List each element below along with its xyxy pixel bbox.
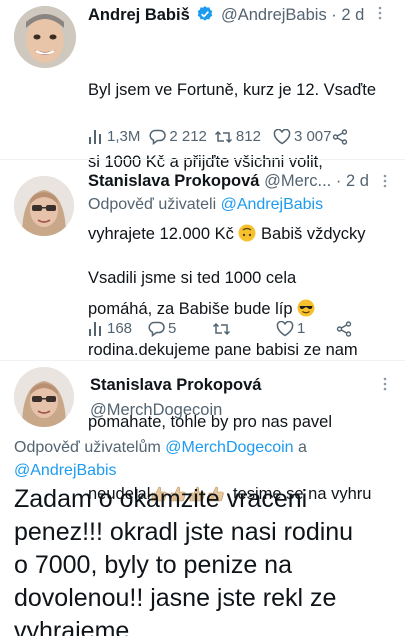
tweet-time[interactable]: · 2 d xyxy=(336,172,369,190)
mention-link[interactable]: @AndrejBabis xyxy=(221,196,324,213)
views-button[interactable]: 1,3M xyxy=(88,128,140,145)
retweet-count: 812 xyxy=(235,128,261,145)
tweet-time[interactable]: · 2 d xyxy=(331,6,364,24)
like-button[interactable]: 3 007 xyxy=(273,128,332,145)
author-handle[interactable]: @AndrejBabis xyxy=(221,6,327,24)
avatar-stanislava[interactable] xyxy=(14,367,74,427)
tweet-stanislava-focused[interactable]: Stanislava Prokopová @MerchDogecoin Odpo… xyxy=(0,361,405,636)
views-icon xyxy=(88,321,104,337)
tweet-stanislava-reply[interactable]: Stanislava Prokopová @Merc... · 2 d Odpo… xyxy=(0,160,405,503)
more-icon[interactable] xyxy=(378,377,392,391)
tweet3-handle[interactable]: @MerchDogecoin xyxy=(90,399,222,421)
tweet2-actions: 168 5 1 xyxy=(88,320,368,337)
reply-context: Odpověď uživateli @AndrejBabis xyxy=(88,194,323,216)
verified-badge-icon xyxy=(196,5,214,29)
reply-button[interactable]: 2 212 xyxy=(149,128,207,145)
avatar-stanislava[interactable] xyxy=(14,176,74,236)
retweet-button[interactable] xyxy=(212,321,276,337)
more-icon[interactable] xyxy=(373,6,387,20)
avatar-andrej-babis-image xyxy=(14,6,76,68)
tweet3-text-line: o 7000, byly to penize na xyxy=(14,551,292,579)
author-name[interactable]: Andrej Babiš xyxy=(88,6,190,24)
mention-link[interactable]: @AndrejBabis xyxy=(14,462,117,479)
reply-prefix: Odpověď uživateli xyxy=(88,196,221,213)
share-icon xyxy=(336,320,352,337)
reply-button[interactable]: 5 xyxy=(148,320,212,337)
tweet-andrej-babis[interactable]: Andrej Babiš @AndrejBabis · 2 d Byl jsem… xyxy=(0,0,405,318)
like-count: 3 007 xyxy=(293,128,332,145)
more-icon[interactable] xyxy=(378,174,392,188)
tweet2-text-line: Vsadili jsme si ted 1000 cela xyxy=(88,269,297,287)
tweet3-name[interactable]: Stanislava Prokopová xyxy=(90,374,262,396)
tweet1-text-line: Byl jsem ve Fortuně, kurz je 12. Vsaďte xyxy=(88,81,377,99)
reply-count: 2 212 xyxy=(169,128,207,145)
tweet3-text-line: dovolenou!! jasne jste rekl ze xyxy=(14,584,337,612)
avatar-stanislava-image xyxy=(14,367,74,427)
reply-icon xyxy=(149,129,167,145)
views-count: 168 xyxy=(107,320,133,337)
views-icon xyxy=(88,129,104,145)
reply-prefix: Odpověď uživatelům xyxy=(14,439,166,456)
like-button[interactable]: 1 xyxy=(276,320,336,337)
tweet1-actions: 1,3M 2 212 812 3 007 xyxy=(88,128,388,145)
author-handle[interactable]: @Merc... xyxy=(264,172,331,190)
tweet3-text-line: Zadam o okamzite vraceni xyxy=(14,485,308,513)
retweet-icon xyxy=(214,129,233,145)
tweet1-header: Andrej Babiš @AndrejBabis · 2 d xyxy=(88,4,364,29)
author-handle[interactable]: @MerchDogecoin xyxy=(90,401,222,419)
retweet-button[interactable]: 812 xyxy=(214,128,261,145)
views-count: 1,3M xyxy=(107,128,141,145)
like-icon xyxy=(276,320,294,337)
mention-link[interactable]: @MerchDogecoin xyxy=(165,439,293,456)
retweet-icon xyxy=(212,321,231,337)
like-count: 1 xyxy=(297,320,306,337)
tweet2-header: Stanislava Prokopová @Merc... · 2 d xyxy=(88,170,369,192)
avatar-andrej-babis[interactable] xyxy=(14,6,76,68)
reply-and: a xyxy=(293,439,307,456)
reply-context: Odpověď uživatelům @MerchDogecoin a @Andr… xyxy=(14,436,394,482)
author-name[interactable]: Stanislava Prokopová xyxy=(90,376,262,394)
views-button[interactable]: 168 xyxy=(88,320,148,337)
share-button[interactable] xyxy=(332,128,348,145)
tweet3-text-line: penez!!! okradl jste nasi rodinu xyxy=(14,518,354,546)
share-icon xyxy=(332,128,348,145)
tweet3-text-line: vyhrajeme xyxy=(14,617,130,636)
author-name[interactable]: Stanislava Prokopová xyxy=(88,172,260,190)
tweet3-text: Zadam o okamzite vraceni penez!!! okradl… xyxy=(14,483,399,636)
reply-icon xyxy=(148,321,165,337)
reply-count: 5 xyxy=(168,320,177,337)
share-button[interactable] xyxy=(336,320,352,337)
tweet2-text-line: rodina.dekujeme pane babisi ze nam xyxy=(88,341,358,359)
like-icon xyxy=(273,128,291,145)
avatar-stanislava-image xyxy=(14,176,74,236)
